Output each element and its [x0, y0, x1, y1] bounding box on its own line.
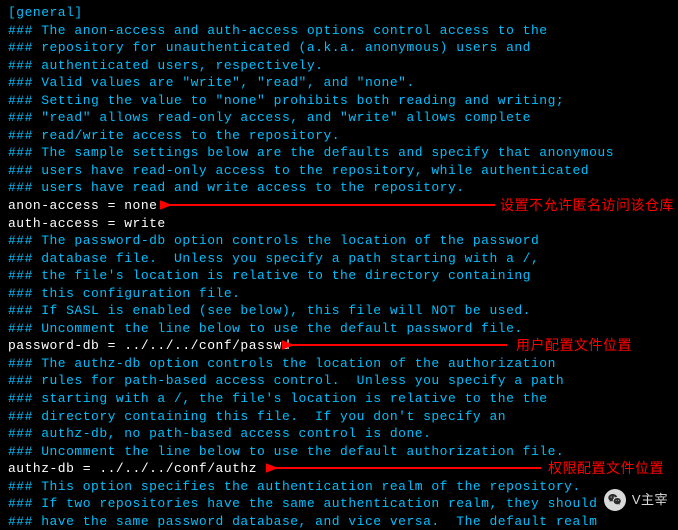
comment-line: ### authz-db, no path-based access contr… — [8, 425, 670, 443]
comment-line: ### repository for unauthenticated (a.k.… — [8, 39, 670, 57]
setting-authz-db: authz-db = ../../../conf/authz — [8, 460, 670, 478]
section-header: [general] — [8, 4, 670, 22]
setting-anon-access: anon-access = none — [8, 197, 670, 215]
comment-line: ### Uncomment the line below to use the … — [8, 443, 670, 461]
comment-line: ### The password-db option controls the … — [8, 232, 670, 250]
setting-auth-access: auth-access = write — [8, 215, 670, 233]
comment-line: ### The anon-access and auth-access opti… — [8, 22, 670, 40]
comment-line: ### rules for path-based access control.… — [8, 372, 670, 390]
comment-line: ### have the same password database, and… — [8, 513, 670, 530]
comment-line: ### users have read-only access to the r… — [8, 162, 670, 180]
comment-line: ### starting with a /, the file's locati… — [8, 390, 670, 408]
watermark-text: V主宰 — [632, 491, 668, 509]
comment-line: ### The sample settings below are the de… — [8, 144, 670, 162]
comment-line: ### directory containing this file. If y… — [8, 408, 670, 426]
comment-line: ### "read" allows read-only access, and … — [8, 109, 670, 127]
comment-line: ### read/write access to the repository. — [8, 127, 670, 145]
comment-line: ### If SASL is enabled (see below), this… — [8, 302, 670, 320]
comment-line: ### Setting the value to "none" prohibit… — [8, 92, 670, 110]
comment-line: ### users have read and write access to … — [8, 179, 670, 197]
comment-line: ### The authz-db option controls the loc… — [8, 355, 670, 373]
comment-line: ### Valid values are "write", "read", an… — [8, 74, 670, 92]
comment-line: ### authenticated users, respectively. — [8, 57, 670, 75]
watermark: V主宰 — [604, 489, 668, 511]
comment-line: ### database file. Unless you specify a … — [8, 250, 670, 268]
comment-line: ### If two repositories have the same au… — [8, 495, 670, 513]
comment-line: ### the file's location is relative to t… — [8, 267, 670, 285]
comment-line: ### This option specifies the authentica… — [8, 478, 670, 496]
comment-line: ### Uncomment the line below to use the … — [8, 320, 670, 338]
wechat-icon — [604, 489, 626, 511]
comment-line: ### this configuration file. — [8, 285, 670, 303]
setting-password-db: password-db = ../../../conf/passwd — [8, 337, 670, 355]
